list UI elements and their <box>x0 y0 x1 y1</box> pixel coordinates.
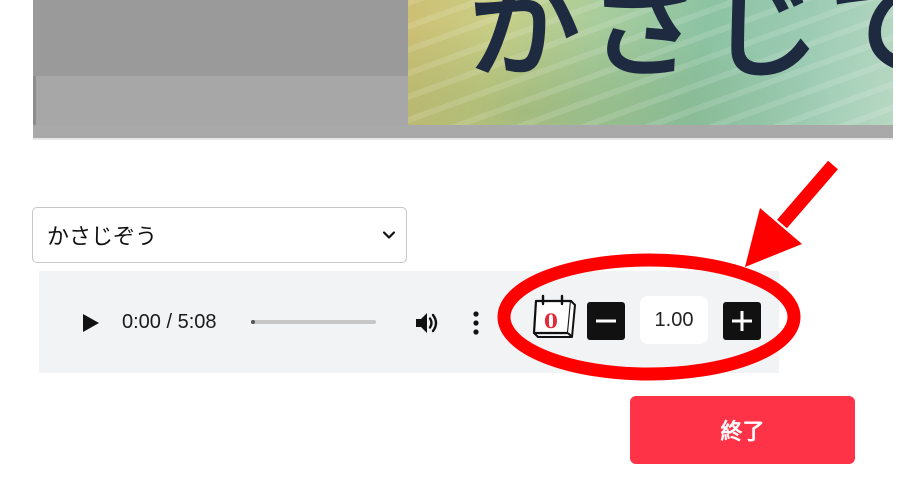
story-select[interactable]: かさじぞう <box>32 207 407 263</box>
end-button[interactable]: 終了 <box>630 396 855 464</box>
seek-slider[interactable] <box>251 320 376 324</box>
seek-progress <box>251 320 255 324</box>
page: かさじて かさじぞう 0:00 / 5:08 0 1.00 終了 <box>0 0 905 502</box>
play-icon[interactable] <box>80 311 102 335</box>
annotation-arrow-shaft <box>777 160 838 229</box>
volume-icon[interactable] <box>413 309 441 337</box>
media-divider <box>33 138 893 140</box>
calendar-counter-icon[interactable]: 0 <box>531 293 577 339</box>
story-select-value: かさじぞう <box>47 225 158 250</box>
media-bottom-strip <box>33 125 893 138</box>
time-display: 0:00 / 5:08 <box>122 311 217 333</box>
media-placeholder-left <box>33 0 408 76</box>
more-vert-icon[interactable] <box>470 309 482 337</box>
speed-value: 1.00 <box>640 296 708 344</box>
slide-image: かさじて <box>408 0 893 125</box>
slide-heading: かさじて <box>468 0 893 94</box>
minus-icon[interactable] <box>587 302 625 340</box>
chevron-down-icon <box>382 228 396 242</box>
plus-icon[interactable] <box>723 302 761 340</box>
annotation-arrow-head <box>745 208 802 267</box>
counter-value: 0 <box>544 309 558 333</box>
media-edge <box>893 0 905 140</box>
